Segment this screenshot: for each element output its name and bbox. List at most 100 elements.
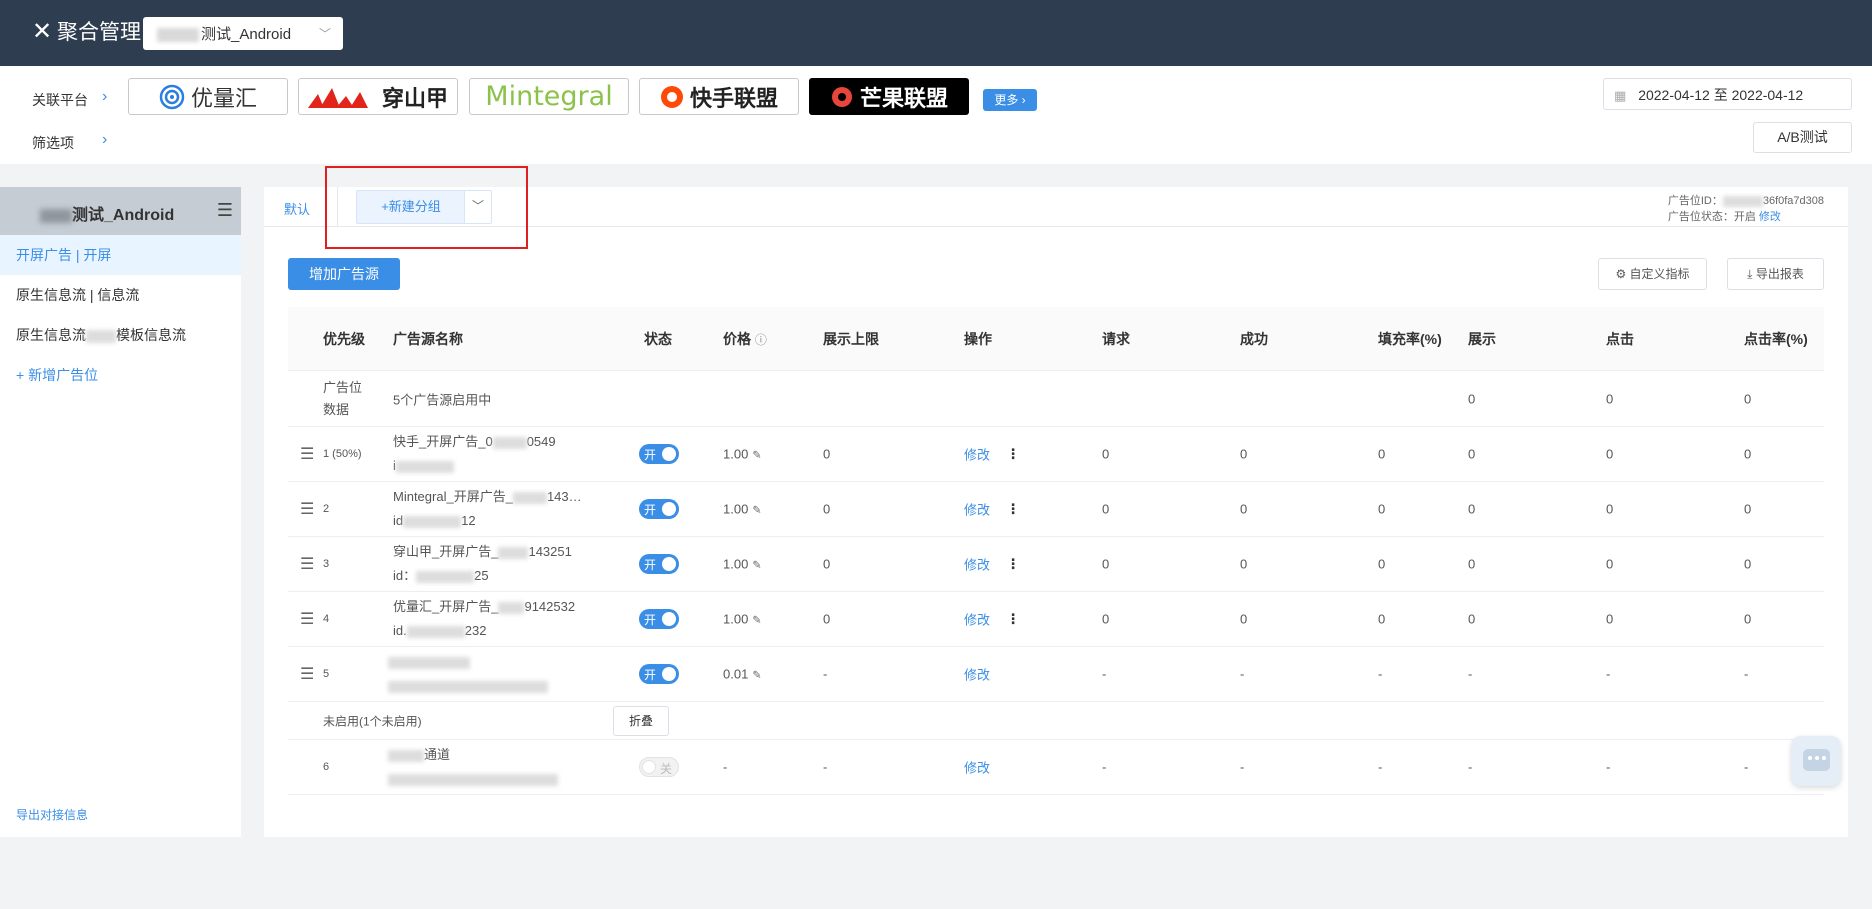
platform-kuaishou[interactable]: 快手联盟 <box>639 78 799 115</box>
impressions: - <box>1468 666 1473 682</box>
drag-handle-icon[interactable]: ☰ <box>300 664 314 684</box>
col-header: 填充率(%) <box>1378 330 1442 347</box>
drag-handle-icon[interactable]: ☰ <box>300 554 314 574</box>
success: 0 <box>1240 446 1248 462</box>
price-value: 1.00 <box>723 501 749 517</box>
summary-ctr: 0 <box>1744 391 1752 406</box>
chat-button[interactable] <box>1791 736 1841 786</box>
platform-label-mintegral: Mintegral <box>485 81 613 112</box>
impressions: 0 <box>1468 501 1476 517</box>
redacted-text <box>395 460 454 473</box>
redacted-text <box>498 601 525 614</box>
ctr: 0 <box>1744 446 1752 462</box>
edit-icon[interactable]: ✎ <box>752 505 761 517</box>
more-vertical-icon[interactable]: ⋮ <box>1006 556 1020 573</box>
edit-icon[interactable]: ✎ <box>752 560 761 572</box>
requests: - <box>1102 666 1107 682</box>
menu-icon[interactable]: ☰ <box>217 200 233 221</box>
more-vertical-icon[interactable]: ⋮ <box>1006 446 1020 463</box>
status-toggle[interactable]: 关 <box>639 757 679 777</box>
date-range-picker[interactable]: ▦ 2022-04-12 至 2022-04-12 <box>1603 78 1852 110</box>
drag-handle-icon[interactable]: ☰ <box>300 499 314 519</box>
ctr: 0 <box>1744 556 1752 572</box>
app-select[interactable]: 测试_Android ﹀ <box>143 17 343 50</box>
export-report-button[interactable]: ⤓ 导出报表 <box>1727 258 1824 290</box>
export-integration-link[interactable]: 导出对接信息 <box>16 806 88 823</box>
col-header: 价格 ⓘ <box>723 329 767 349</box>
ctr: 0 <box>1744 611 1752 627</box>
sidebar: 测试_Android ☰ 开屏广告 | 开屏 原生信息流 | 信息流 原生信息流… <box>0 187 241 837</box>
impressions: - <box>1468 759 1473 775</box>
toggle-label: 开 <box>644 558 657 572</box>
sidebar-item-splash[interactable]: 开屏广告 | 开屏 <box>0 235 241 275</box>
requests: 0 <box>1102 446 1110 462</box>
drag-handle-icon[interactable]: ☰ <box>300 444 314 464</box>
add-ad-slot-button[interactable]: + 新增广告位 <box>0 355 241 395</box>
gear-icon: ⚙ <box>1615 267 1627 281</box>
impressions: 0 <box>1468 611 1476 627</box>
chevron-right-icon[interactable]: › <box>102 131 107 149</box>
price-value: 1.00 <box>723 611 749 627</box>
platform-mangguo[interactable]: 芒果联盟 <box>809 78 969 115</box>
chevron-right-icon[interactable]: › <box>102 88 107 106</box>
price: 1.00 ✎ <box>723 502 762 517</box>
col-header: 成功 <box>1240 330 1268 347</box>
ad-slot-id-value: 36f0fa7d308 <box>1762 195 1824 207</box>
edit-link[interactable]: 修改 <box>964 758 990 777</box>
calendar-icon: ▦ <box>1614 88 1627 103</box>
success: - <box>1240 759 1245 775</box>
status-toggle[interactable]: 开 <box>639 444 679 464</box>
requests: 0 <box>1102 501 1110 517</box>
status-toggle[interactable]: 开 <box>639 609 679 629</box>
drag-handle-icon[interactable]: ☰ <box>300 609 314 629</box>
more-vertical-icon[interactable]: ⋮ <box>1006 611 1020 628</box>
app-select-value: 测试_Android <box>201 26 292 43</box>
platform-mintegral[interactable]: Mintegral <box>469 78 629 115</box>
add-ad-source-button[interactable]: 增加广告源 <box>288 258 400 290</box>
fill-rate: 0 <box>1378 611 1386 627</box>
close-icon[interactable]: ✕ <box>32 18 52 46</box>
edit-link[interactable]: 修改 <box>964 445 990 464</box>
platform-chuanshanjia[interactable]: 穿山甲 <box>298 78 458 115</box>
redacted-text <box>512 491 547 504</box>
edit-link[interactable]: 修改 <box>964 610 990 629</box>
redacted-text <box>1722 195 1763 207</box>
ad-source-name: Mintegral_开屏广告_ 143… id 12 <box>393 485 582 533</box>
source-name-tail: 143… <box>546 489 582 504</box>
priority: 2 <box>323 503 330 515</box>
display-limit: - <box>823 759 828 775</box>
edit-icon[interactable]: ✎ <box>752 670 761 682</box>
edit-link[interactable]: 修改 <box>964 665 990 684</box>
date-end: 2022-04-12 <box>1731 87 1804 103</box>
ad-source-table: 优先级 广告源名称 状态 价格 ⓘ 展示上限 操作 请求 成功 填充率(%) 展… <box>288 307 1824 795</box>
kuaishou-icon <box>660 85 683 108</box>
sidebar-item-feed[interactable]: 原生信息流 | 信息流 <box>0 275 241 315</box>
fold-button[interactable]: 折叠 <box>613 706 669 736</box>
custom-metrics-button[interactable]: ⚙ 自定义指标 <box>1598 258 1707 290</box>
platform-youlianghui[interactable]: 优量汇 <box>128 78 288 115</box>
edit-link[interactable]: 修改 <box>964 500 990 519</box>
disabled-label: 未启用(1个未启用) <box>323 714 422 728</box>
date-start: 2022-04-12 <box>1638 87 1710 103</box>
ad-slot-edit-link[interactable]: 修改 <box>1759 211 1781 223</box>
edit-icon[interactable]: ✎ <box>752 615 761 627</box>
redacted-text <box>40 208 72 223</box>
col-header: 广告源名称 <box>393 330 463 347</box>
date-separator: 至 <box>1713 87 1728 103</box>
edit-link[interactable]: 修改 <box>964 555 990 574</box>
more-platforms-button[interactable]: 更多 › <box>983 89 1037 111</box>
ad-slot-status-label: 广告位状态： <box>1667 211 1734 223</box>
more-vertical-icon[interactable]: ⋮ <box>1006 501 1020 518</box>
tab-default[interactable]: 默认 <box>284 199 310 218</box>
summary-show: 0 <box>1468 391 1476 406</box>
status-toggle[interactable]: 开 <box>639 664 679 684</box>
info-icon[interactable]: ⓘ <box>755 333 767 347</box>
status-toggle[interactable]: 开 <box>639 499 679 519</box>
sidebar-item-template-feed[interactable]: 原生信息流 模板信息流 <box>0 315 241 355</box>
chuanshanjia-icon <box>307 87 368 108</box>
redacted-text <box>498 546 529 559</box>
status-toggle[interactable]: 开 <box>639 554 679 574</box>
fill-rate: 0 <box>1378 556 1386 572</box>
ab-test-button[interactable]: A/B测试 <box>1753 122 1852 153</box>
edit-icon[interactable]: ✎ <box>752 450 761 462</box>
